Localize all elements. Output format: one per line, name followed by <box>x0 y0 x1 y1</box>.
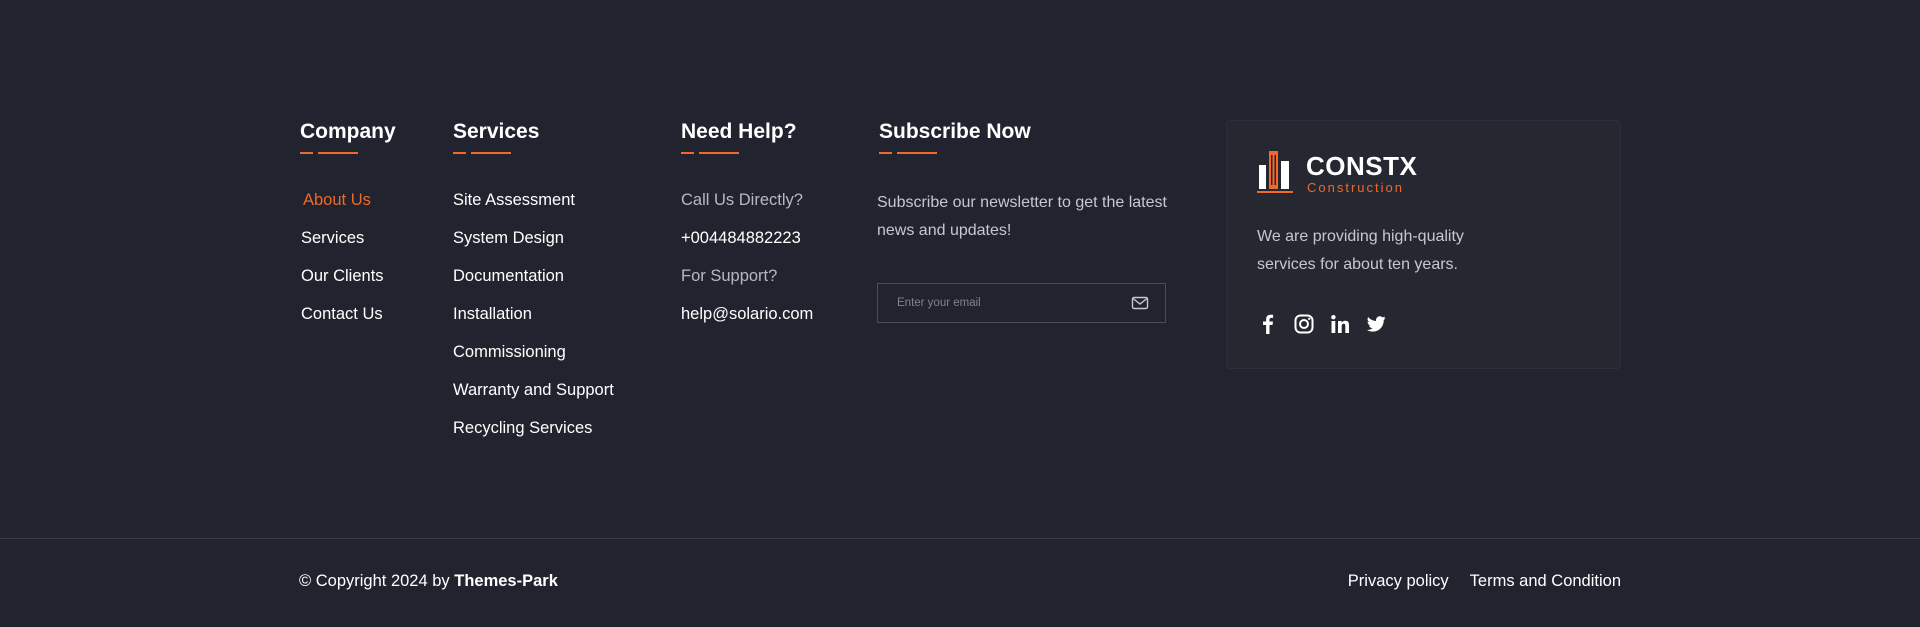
subscribe-heading: Subscribe Now <box>879 120 1031 143</box>
linkedin-icon <box>1331 315 1349 333</box>
facebook-link[interactable] <box>1257 313 1279 335</box>
linkedin-link[interactable] <box>1329 313 1351 335</box>
instagram-icon <box>1294 314 1314 334</box>
help-heading: Need Help? <box>681 120 797 143</box>
twitter-icon <box>1366 316 1386 332</box>
services-heading: Services <box>453 120 540 143</box>
help-list: Call Us Directly? +004484882223 For Supp… <box>681 189 813 341</box>
link-about-us[interactable]: About Us <box>300 189 396 227</box>
heading-underline <box>681 152 813 155</box>
link-documentation[interactable]: Documentation <box>453 265 614 303</box>
terms-link[interactable]: Terms and Condition <box>1470 572 1621 591</box>
subscribe-form <box>877 283 1166 323</box>
link-system-design[interactable]: System Design <box>453 227 614 265</box>
twitter-link[interactable] <box>1365 313 1387 335</box>
link-our-clients[interactable]: Our Clients <box>300 265 396 303</box>
company-links: About Us Services Our Clients Contact Us <box>300 189 396 341</box>
brand-description: We are providing high-quality services f… <box>1257 228 1464 273</box>
subscribe-description: Subscribe our newsletter to get the late… <box>877 194 1167 239</box>
brand-tagline: Construction <box>1307 180 1404 195</box>
phone-link[interactable]: +004484882223 <box>681 227 813 265</box>
company-heading: Company <box>300 120 396 143</box>
brand-card: CONSTX Construction We are providing hig… <box>1226 120 1621 369</box>
email-input[interactable] <box>878 284 1118 322</box>
heading-underline <box>300 152 396 155</box>
heading-underline <box>453 152 614 155</box>
heading-underline <box>879 152 1167 155</box>
link-commissioning[interactable]: Commissioning <box>453 341 614 379</box>
envelope-icon <box>1131 296 1149 310</box>
link-services[interactable]: Services <box>300 227 396 265</box>
email-link[interactable]: help@solario.com <box>681 303 813 341</box>
building-logo-icon <box>1257 151 1293 193</box>
subscribe-column: Subscribe Now Subscribe our newsletter t… <box>877 118 1167 323</box>
services-column: Services Site Assessment System Design D… <box>453 118 614 455</box>
help-column: Need Help? Call Us Directly? +0044848822… <box>681 118 813 341</box>
instagram-link[interactable] <box>1293 313 1315 335</box>
link-warranty-and-support[interactable]: Warranty and Support <box>453 379 614 417</box>
link-site-assessment[interactable]: Site Assessment <box>453 189 614 227</box>
copyright-owner-link[interactable]: Themes-Park <box>454 572 558 590</box>
privacy-policy-link[interactable]: Privacy policy <box>1348 572 1449 591</box>
social-links <box>1257 313 1401 335</box>
legal-links: Privacy policy Terms and Condition <box>1327 572 1621 591</box>
footer-top: Company About Us Services Our Clients Co… <box>0 0 1920 538</box>
copyright: © Copyright 2024 by Themes-Park <box>299 572 558 591</box>
subscribe-button[interactable] <box>1131 295 1149 311</box>
call-label: Call Us Directly? <box>681 191 803 209</box>
services-links: Site Assessment System Design Documentat… <box>453 189 614 455</box>
link-recycling-services[interactable]: Recycling Services <box>453 417 614 455</box>
company-column: Company About Us Services Our Clients Co… <box>300 118 396 341</box>
footer-divider <box>0 538 1920 539</box>
link-contact-us[interactable]: Contact Us <box>300 303 396 341</box>
brand-name: CONSTX <box>1306 151 1418 181</box>
facebook-icon <box>1263 314 1274 334</box>
link-installation[interactable]: Installation <box>453 303 614 341</box>
copyright-text: © Copyright 2024 by <box>299 572 455 590</box>
support-label: For Support? <box>681 267 778 285</box>
